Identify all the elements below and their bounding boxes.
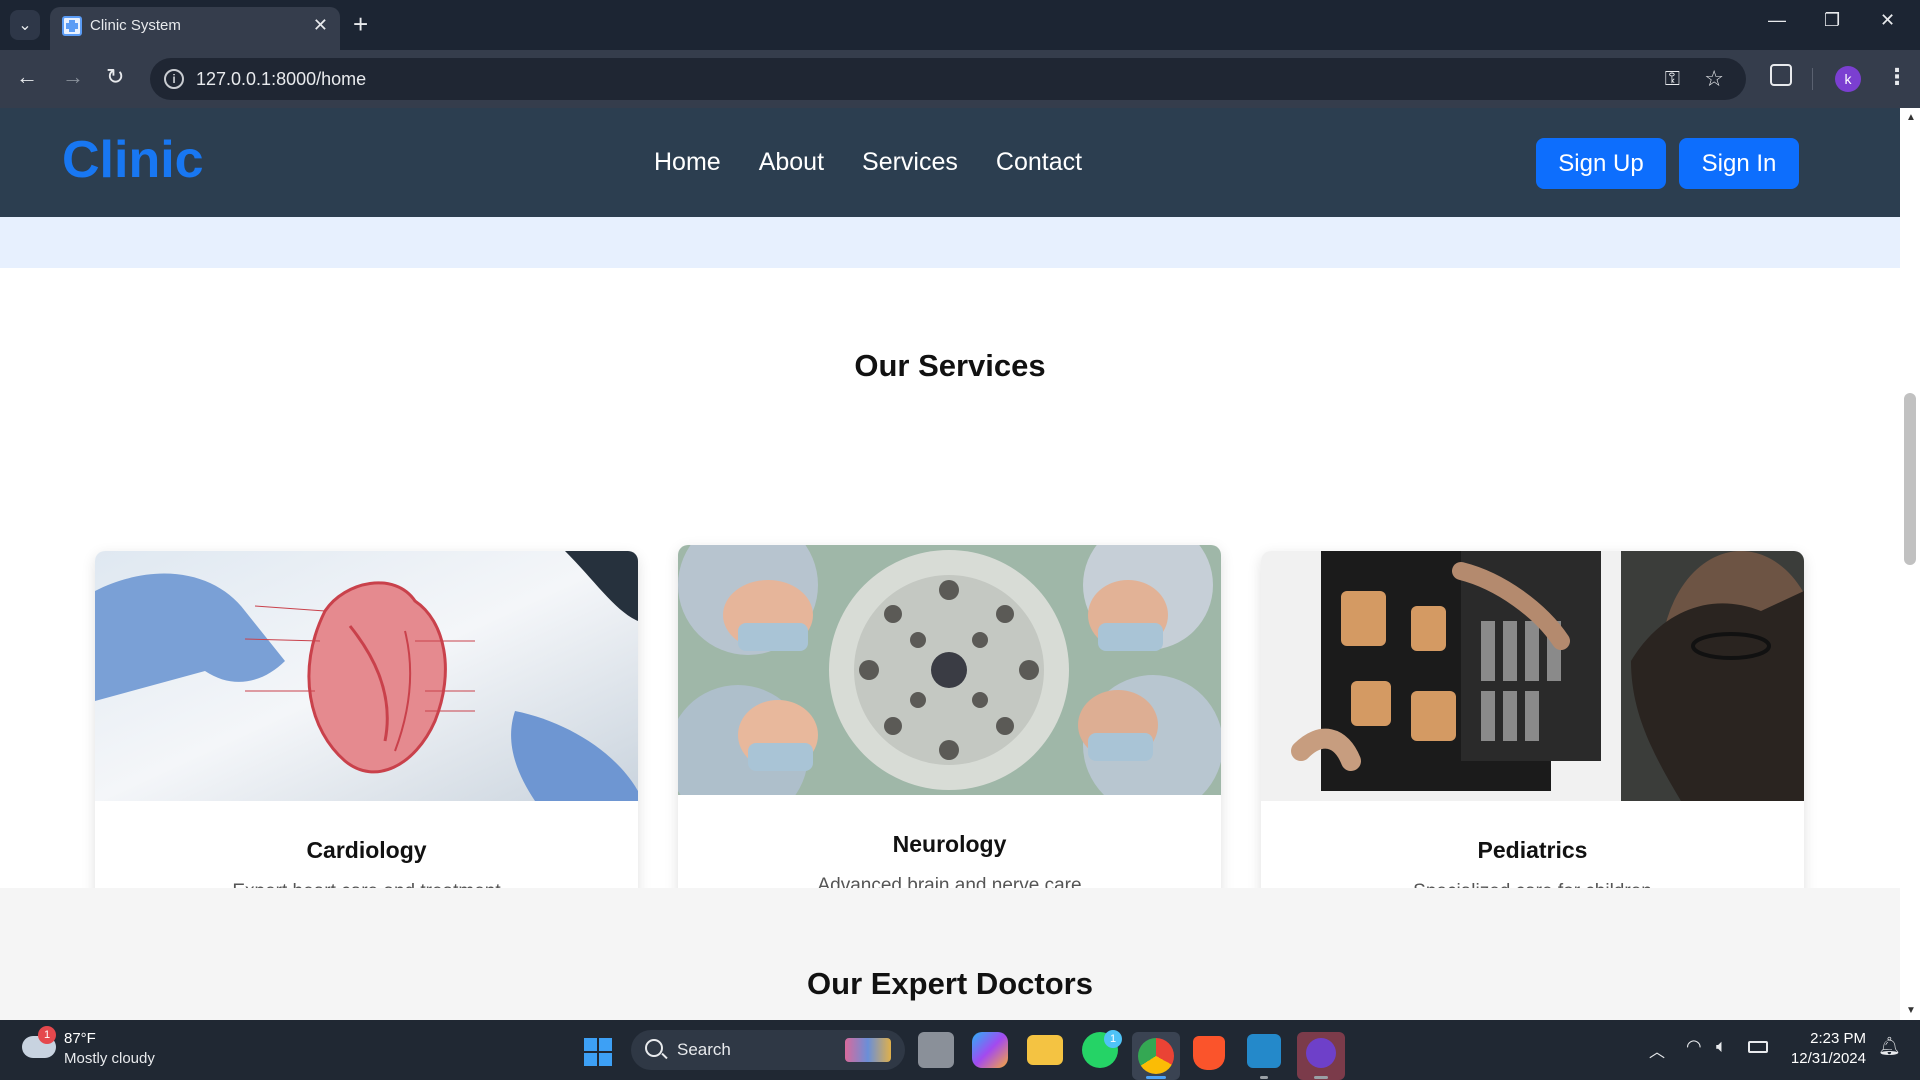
search-icon [645, 1039, 663, 1057]
reload-icon[interactable]: ↻ [106, 64, 124, 90]
forward-arrow-icon[interactable]: → [62, 64, 84, 90]
extensions-puzzle-icon[interactable] [1770, 64, 1792, 86]
sign-up-button[interactable]: Sign Up [1536, 138, 1666, 189]
tab-title: Clinic System [90, 17, 181, 34]
heart-anatomy-image [95, 551, 638, 801]
hero-section-bottom [0, 217, 1900, 268]
browser-tabbar: ⌄ Clinic System ✕ + — ❐ ✕ [0, 0, 1920, 50]
search-highlight-image [845, 1038, 891, 1062]
site-logo[interactable]: Clinic [62, 130, 204, 190]
browser-tab-active[interactable]: Clinic System ✕ [50, 7, 340, 50]
url-text[interactable]: 127.0.0.1:8000/home [196, 69, 366, 90]
services-section: Our Services Cardiology Neurology Advanc… [0, 268, 1900, 916]
toolbar-divider [1812, 68, 1813, 90]
task-view-icon[interactable] [918, 1032, 954, 1068]
nav-link-home[interactable]: Home [654, 148, 721, 177]
windows-start-icon[interactable] [584, 1038, 612, 1066]
chrome-running-indicator [1146, 1076, 1166, 1079]
site-info-icon[interactable]: i [164, 69, 184, 89]
brave-icon[interactable] [1193, 1036, 1225, 1070]
site-nav: Home About Services Contact [654, 148, 1082, 177]
new-tab-plus-icon[interactable]: + [353, 9, 368, 39]
doctors-section: Our Expert Doctors [0, 888, 1900, 1020]
browser-toolbar: ← → ↻ i 127.0.0.1:8000/home ⚿ ☆ k ⋮ [0, 50, 1920, 108]
scrollbar-thumb[interactable] [1904, 393, 1916, 565]
window-close-icon[interactable]: ✕ [1880, 10, 1895, 31]
tab-close-icon[interactable]: ✕ [313, 15, 328, 36]
github-running-indicator [1314, 1076, 1328, 1079]
nav-link-services[interactable]: Services [862, 148, 958, 177]
window-restore-icon[interactable]: ❐ [1824, 10, 1840, 31]
windows-taskbar: 1 87°F Mostly cloudy Search [0, 1020, 1920, 1080]
window-minimize-icon[interactable]: — [1768, 10, 1786, 31]
service-card-cardiology[interactable]: Cardiology Expert heart care and treatme… [95, 551, 638, 916]
service-card-title: Cardiology [306, 837, 427, 863]
search-label: Search [677, 1040, 731, 1059]
service-card-neurology[interactable]: Neurology Advanced brain and nerve care [678, 545, 1221, 910]
page-scrollbar[interactable]: ▲ ▼ [1900, 108, 1920, 1020]
scroll-down-arrow-icon[interactable]: ▼ [1906, 1005, 1916, 1016]
sign-in-button[interactable]: Sign In [1679, 138, 1799, 189]
weather-notification-badge: 1 [38, 1026, 56, 1044]
service-card-title: Pediatrics [1477, 837, 1588, 863]
doctor-xray-image [1261, 551, 1804, 801]
password-key-icon[interactable]: ⚿ [1665, 68, 1680, 91]
scroll-up-arrow-icon[interactable]: ▲ [1906, 112, 1916, 123]
vscode-icon[interactable] [1247, 1034, 1281, 1068]
file-explorer-icon[interactable] [1027, 1035, 1063, 1065]
weather-description[interactable]: Mostly cloudy [64, 1050, 155, 1067]
service-card-pediatrics[interactable]: Pediatrics Specialized care for children [1261, 551, 1804, 916]
clinic-favicon-icon [62, 16, 82, 36]
chrome-icon[interactable] [1138, 1038, 1174, 1074]
site-header: Clinic Home About Services Contact Sign … [0, 108, 1900, 217]
vscode-running-indicator [1260, 1076, 1268, 1079]
weather-temperature[interactable]: 87°F [64, 1030, 96, 1047]
nav-link-about[interactable]: About [759, 148, 824, 177]
bookmark-star-icon[interactable]: ☆ [1704, 66, 1724, 92]
copilot-icon[interactable] [972, 1032, 1008, 1068]
service-card-title: Neurology [892, 831, 1007, 857]
back-arrow-icon[interactable]: ← [16, 64, 38, 90]
address-bar[interactable]: i 127.0.0.1:8000/home ⚿ ☆ [150, 58, 1746, 100]
services-heading: Our Services [854, 348, 1046, 383]
whatsapp-notification-badge: 1 [1104, 1030, 1122, 1048]
page-viewport: Clinic Home About Services Contact Sign … [0, 108, 1900, 1020]
taskbar-search-box[interactable]: Search [631, 1030, 905, 1070]
profile-avatar[interactable]: k [1835, 66, 1861, 92]
surgeons-operating-light-image [678, 545, 1221, 795]
browser-menu-dots-icon[interactable]: ⋮ [1886, 64, 1908, 90]
github-desktop-icon[interactable] [1306, 1038, 1336, 1068]
nav-link-contact[interactable]: Contact [996, 148, 1082, 177]
tab-list-chevron-icon[interactable]: ⌄ [10, 10, 40, 40]
doctors-heading: Our Expert Doctors [807, 966, 1093, 1001]
